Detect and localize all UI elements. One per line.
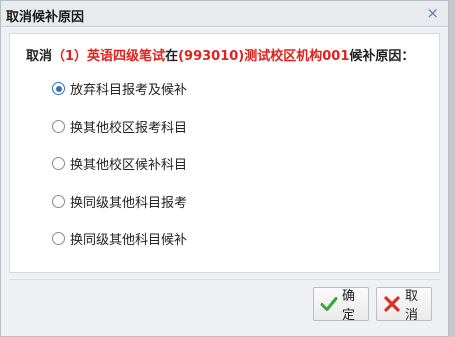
reason-option-give-up[interactable]: 放弃科目报考及候补: [52, 79, 187, 98]
option-label: 放弃科目报考及候补: [70, 83, 188, 98]
radio-button[interactable]: [52, 119, 65, 133]
reason-option-other-campus-waitlist[interactable]: 换其他校区候补科目: [52, 154, 187, 173]
reason-options: 放弃科目报考及候补 换其他校区报考科目 换其他校区候补科目 换同级其他科目报考 …: [52, 79, 187, 267]
prompt-middle: 在: [165, 49, 179, 64]
prompt-prefix: 取消: [26, 49, 53, 64]
reason-prompt: 取消（1）英语四级笔试在(993010)测试校区机构001候补原因：: [26, 45, 414, 64]
dialog-title: 取消候补原因: [6, 10, 85, 25]
prompt-center: (993010)测试校区机构001: [178, 49, 350, 64]
reason-option-same-level-register[interactable]: 换同级其他科目报考: [52, 192, 187, 211]
option-label: 换同级其他科目候补: [70, 233, 188, 248]
radio-button[interactable]: [52, 82, 65, 95]
dialog-content: 取消（1）英语四级笔试在(993010)测试校区机构001候补原因： 放弃科目报…: [9, 33, 440, 273]
option-label: 换其他校区报考科目: [70, 120, 188, 136]
close-icon[interactable]: ×: [426, 4, 439, 22]
confirm-button[interactable]: 确定: [313, 287, 369, 323]
option-label: 换其他校区候补科目: [70, 158, 188, 173]
prompt-suffix: 候补原因：: [349, 49, 415, 64]
radio-button[interactable]: [52, 194, 65, 208]
dialog-titlebar: 取消候补原因 ×: [1, 1, 448, 27]
cancel-button-label: 取消: [405, 289, 419, 323]
reason-option-same-level-waitlist[interactable]: 换同级其他科目候补: [52, 229, 187, 248]
x-icon: [384, 296, 400, 312]
cancel-button[interactable]: 取消: [376, 287, 432, 323]
prompt-course: （1）英语四级笔试: [52, 49, 166, 64]
reason-option-other-campus-register[interactable]: 换其他校区报考科目: [52, 117, 187, 136]
check-icon: [320, 297, 338, 311]
radio-button[interactable]: [52, 157, 65, 170]
confirm-button-label: 确定: [342, 289, 356, 323]
option-label: 换同级其他科目报考: [70, 195, 188, 211]
radio-button[interactable]: [52, 232, 65, 245]
dialog-footer: 确定 取消: [9, 279, 440, 329]
background-strip: [449, 0, 455, 337]
cancel-waitlist-dialog: 取消候补原因 × 取消（1）英语四级笔试在(993010)测试校区机构001候补…: [0, 0, 449, 337]
